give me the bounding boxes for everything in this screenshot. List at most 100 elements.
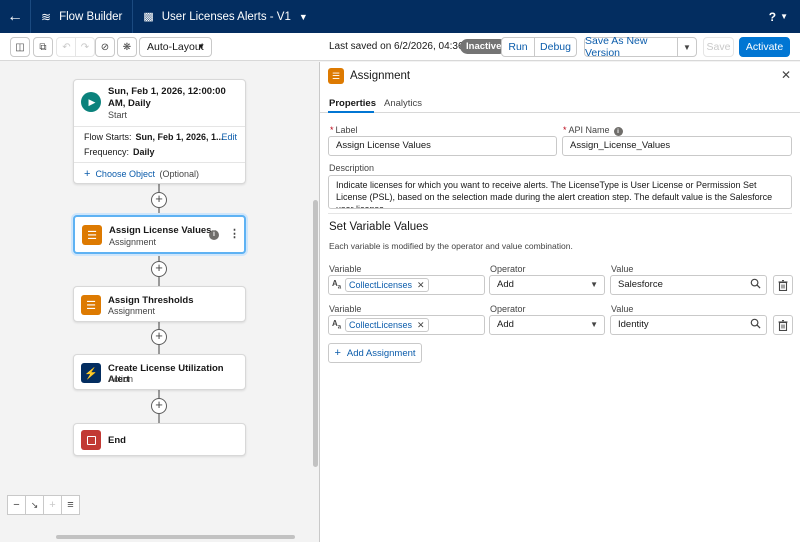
variable-pill: CollectLicenses ✕ (345, 318, 429, 332)
app-brand: ≋ Flow Builder (30, 0, 132, 33)
info-icon[interactable]: i (209, 230, 219, 240)
close-icon[interactable]: ✕ (417, 320, 425, 330)
value-input[interactable]: Salesforce (610, 275, 767, 295)
search-icon (750, 318, 761, 329)
section-help-text: Each variable is modified by the operato… (329, 241, 573, 251)
node-title: Assign Thresholds (108, 295, 194, 306)
debug-button[interactable]: Debug (534, 37, 577, 57)
save-button[interactable]: Save (703, 37, 734, 57)
more-actions-icon[interactable]: ⋮ (229, 227, 240, 240)
add-assignment-label: Add Assignment (346, 347, 416, 359)
add-element-button[interactable]: + (151, 192, 167, 208)
variable-input[interactable]: Aa CollectLicenses ✕ (328, 315, 485, 335)
settings-button[interactable]: ❋ (117, 37, 137, 57)
choose-object-link[interactable]: + Choose Object (Optional) (84, 168, 199, 180)
run-button[interactable]: Run (501, 37, 535, 57)
divider (74, 126, 245, 127)
trash-icon (778, 279, 788, 291)
last-saved-text: Last saved on 6/2/2026, 04:36 PM (329, 41, 482, 52)
value-label: Value (611, 304, 634, 314)
copy-button[interactable]: ⧉ (33, 37, 53, 57)
value-input[interactable]: Identity (610, 315, 767, 335)
flow-starts-row: Flow Starts: Sun, Feb 1, 2026, 1... (84, 132, 224, 142)
variable-input[interactable]: Aa CollectLicenses ✕ (328, 275, 485, 295)
back-arrow-icon[interactable]: ← (0, 0, 30, 33)
app-name: Flow Builder (59, 10, 123, 23)
variable-label: Variable (329, 304, 362, 314)
tab-analytics[interactable]: Analytics (384, 98, 422, 109)
plus-icon: + (84, 168, 91, 180)
errors-button[interactable]: ⊘ (95, 37, 115, 57)
node-assign-thresholds[interactable]: ☰ Assign Thresholds Assignment (73, 286, 246, 322)
fit-to-view-icon[interactable]: ↘ (25, 495, 44, 515)
node-create-license-utilization-alert[interactable]: ⚡ Create License Utilization Alert Actio… (73, 354, 246, 390)
layout-mode-value: Auto-Layout (147, 41, 204, 53)
node-assign-license-values[interactable]: ☰ Assign License Values Assignment i ⋮ (73, 215, 246, 254)
delete-row-button[interactable] (773, 275, 793, 295)
value-text: Identity (618, 319, 649, 330)
undo-button[interactable]: ↶ (56, 37, 76, 57)
tab-properties[interactable]: Properties (329, 98, 376, 109)
close-icon[interactable]: ✕ (781, 68, 791, 82)
plus-icon: + (334, 347, 341, 359)
frequency-label: Frequency: (84, 147, 130, 157)
document-icon: ▩ (143, 11, 154, 23)
operator-select[interactable]: Add ▼ (489, 315, 605, 335)
save-options-button[interactable]: ▼ (677, 37, 697, 57)
description-textarea[interactable]: Indicate licenses for which you want to … (328, 175, 792, 209)
flow-canvas[interactable]: + + + + ▶ Sun, Feb 1, 2026, 12:00:00 AM,… (0, 62, 319, 542)
properties-panel: ☰ Assignment ✕ Properties Analytics (320, 62, 800, 542)
assignment-icon: ☰ (328, 68, 344, 84)
activate-button[interactable]: Activate (739, 37, 790, 57)
vertical-scrollbar[interactable] (313, 200, 318, 467)
close-icon[interactable]: ✕ (417, 280, 425, 290)
undo-icon: ↶ (62, 41, 71, 53)
add-element-button[interactable]: + (151, 329, 167, 345)
chevron-down-icon: ▼ (298, 11, 308, 22)
layout-mode-select[interactable]: Auto-Layout ▼ (139, 37, 212, 57)
operator-select[interactable]: Add ▼ (489, 275, 605, 295)
panel-tabs: Properties Analytics (320, 92, 800, 113)
lightning-icon: ⚡ (81, 363, 101, 383)
label-input[interactable]: Assign License Values (328, 136, 557, 156)
operator-label: Operator (490, 304, 526, 314)
api-name-input[interactable]: Assign_License_Values (562, 136, 792, 156)
flow-starts-label: Flow Starts: (84, 132, 132, 142)
section-divider (328, 213, 792, 214)
save-as-new-version-button[interactable]: Save As New Version (584, 35, 678, 59)
divider (74, 162, 245, 163)
edit-start-link[interactable]: Edit (221, 132, 237, 142)
chevron-down-icon: ▼ (683, 42, 691, 52)
flow-name-menu[interactable]: ▩ User Licenses Alerts - V1 ▼ (132, 0, 317, 33)
choose-object-label: Choose Object (95, 169, 155, 179)
horizontal-scrollbar[interactable] (56, 535, 295, 539)
panel-header: ☰ Assignment ✕ (320, 62, 800, 90)
chevron-down-icon: ▼ (780, 12, 788, 21)
start-node[interactable]: ▶ Sun, Feb 1, 2026, 12:00:00 AM, Daily S… (73, 79, 246, 184)
info-icon[interactable]: i (613, 127, 623, 136)
chevron-down-icon: ▼ (590, 280, 598, 289)
stop-icon (81, 430, 101, 450)
api-name-text: API Name (568, 125, 610, 135)
redo-button[interactable]: ↷ (75, 37, 95, 57)
zoom-in-icon[interactable]: + (43, 495, 62, 515)
variable-name: CollectLicenses (349, 320, 413, 330)
zoom-out-icon[interactable]: − (7, 495, 26, 515)
node-end[interactable]: End (73, 423, 246, 456)
copy-icon: ⧉ (39, 41, 47, 53)
gear-icon: ❋ (122, 41, 132, 53)
trash-icon (778, 319, 788, 331)
label-field-label: * Label (330, 125, 358, 135)
delete-row-button[interactable] (773, 315, 793, 335)
node-title: Assign License Values (109, 225, 212, 236)
toggle-toolbox-button[interactable]: ◫ (10, 37, 30, 57)
help-menu[interactable]: ? ▼ (769, 0, 788, 33)
frequency-row: Frequency: Daily (84, 147, 155, 157)
align-center-icon[interactable]: ≡ (61, 495, 80, 515)
play-icon: ▶ (81, 92, 101, 112)
add-element-button[interactable]: + (151, 261, 167, 277)
add-element-button[interactable]: + (151, 398, 167, 414)
api-name-field-label: * API Name i (563, 125, 623, 136)
add-assignment-button[interactable]: + Add Assignment (328, 343, 422, 363)
chevron-down-icon: ▼ (590, 320, 598, 329)
